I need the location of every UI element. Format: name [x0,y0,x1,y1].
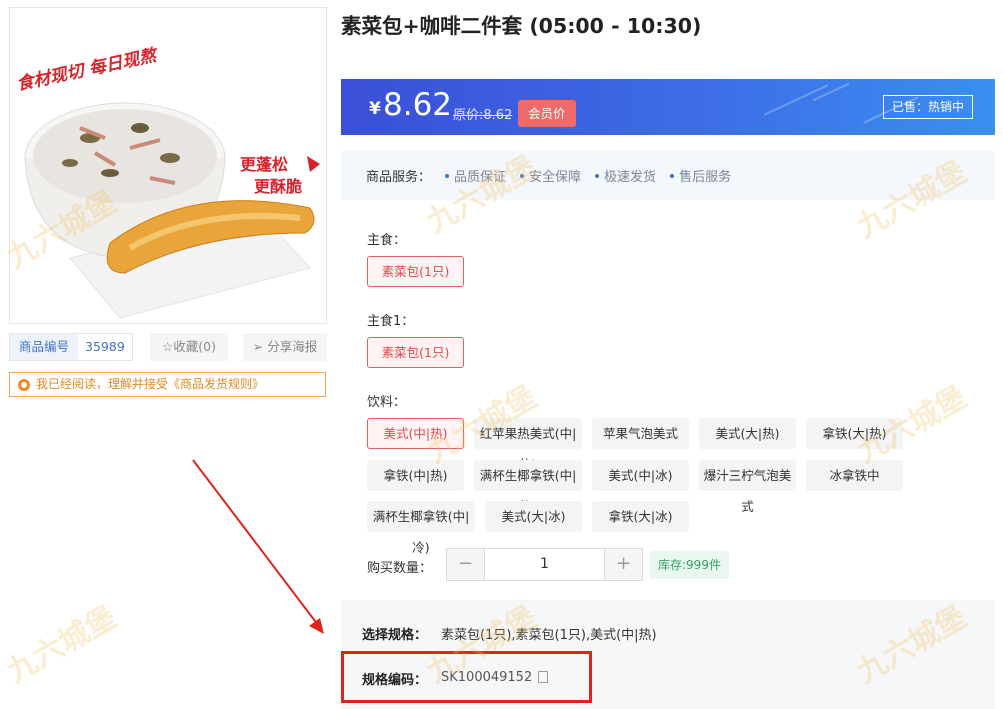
price-value: 8.62 [383,87,453,123]
option-drink[interactable]: 满杯生椰拿铁(中|热) [474,460,582,514]
member-price-tag: 会员价 [518,100,576,127]
service-bar: 商品服务： 品质保证 安全保障 极速发货 售后服务 [341,151,995,200]
share-poster-button[interactable]: ➢ 分享海报 [243,333,327,361]
product-code-label: 商品编号 [10,334,79,360]
option-drink[interactable]: 美式(中|热) [367,418,464,449]
option-drink[interactable]: 拿铁(大|热) [806,418,903,449]
service-item: 安全保障 [520,166,581,185]
quantity-label: 购买数量： [367,561,433,576]
staple1-group-label: 主食1： [367,314,415,329]
option-drink[interactable]: 拿铁(中|热) [367,460,464,491]
product-code: 商品编号 35989 [9,333,133,361]
quantity-input[interactable]: 1 [484,549,605,580]
product-title: 素菜包+咖啡二件套 (05:00 - 10:30) [341,14,702,38]
quantity-stepper: − 1 + [446,548,643,581]
option-drink[interactable]: 美式(大|冰) [485,501,582,532]
service-item: 售后服务 [670,166,731,185]
service-item: 极速发货 [595,166,656,185]
product-photo: 食材现切 每日现熬 更蓬松更酥脆 [10,8,326,323]
currency-symbol: ¥ [369,99,381,119]
service-label: 商品服务： [366,170,432,185]
agree-rules-checkbox[interactable]: 我已经阅读，理解并接受《商品发货规则》 [9,372,326,397]
annotation-highlight-box [341,651,592,703]
option-drink[interactable]: 冰拿铁中 [806,460,903,491]
increment-button[interactable]: + [605,549,642,580]
selected-spec-value: 素菜包(1只),素菜包(1只),美式(中|热) [441,628,657,643]
option-drink[interactable]: 满杯生椰拿铁(中|冷) [367,501,475,555]
option-staple[interactable]: 素菜包(1只) [367,256,464,287]
selected-spec-label: 选择规格： [362,628,428,643]
option-drink[interactable]: 拿铁(大|冰) [592,501,689,532]
product-code-value: 35989 [78,334,132,360]
option-drink[interactable]: 美式(中|冰) [592,460,689,491]
favorite-button[interactable]: ☆收藏(0) [150,333,228,361]
price-banner: ¥ 8.62 原价:8.62 会员价 已售：热销中 [341,79,995,135]
share-label: 分享海报 [267,339,318,354]
option-drink[interactable]: 美式(大|热) [699,418,796,449]
service-item: 品质保证 [445,166,506,185]
decrement-button[interactable]: − [447,549,484,580]
option-staple1[interactable]: 素菜包(1只) [367,337,464,368]
sold-status-tag: 已售：热销中 [882,95,973,119]
agree-text: 我已经阅读，理解并接受《商品发货规则》 [36,377,265,391]
radio-icon [18,378,30,391]
stock-badge: 库存:999件 [650,551,729,579]
staple-group-label: 主食： [367,233,407,248]
option-drink[interactable]: 苹果气泡美式 [592,418,689,449]
share-icon: ➢ [252,339,264,354]
drink-group-label: 饮料： [367,395,407,410]
original-price: 原价:8.62 [453,108,513,123]
option-drink[interactable]: 爆汁三柠气泡美式 [699,460,796,514]
watermark: 九六城堡 [1,599,123,691]
product-image: 食材现切 每日现熬 更蓬松更酥脆 [9,7,327,324]
option-drink[interactable]: 红苹果热美式(中|热) [474,418,582,472]
